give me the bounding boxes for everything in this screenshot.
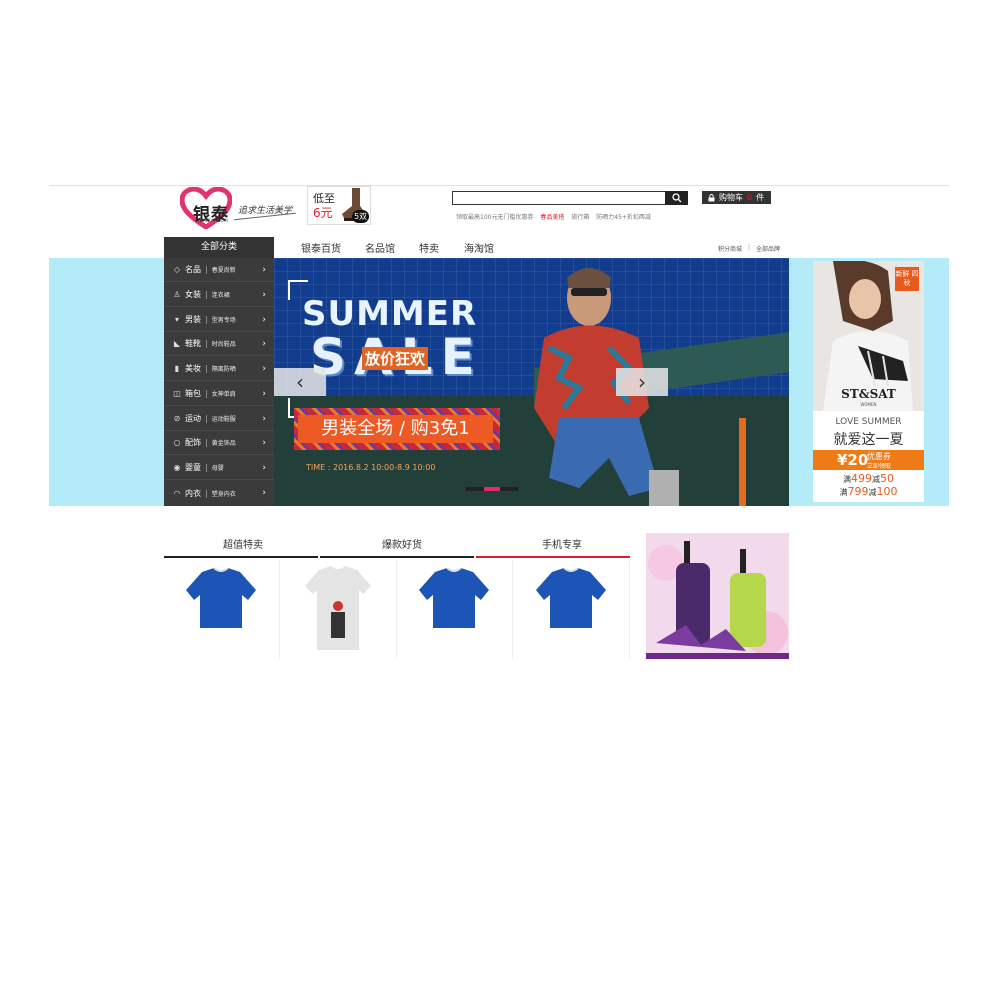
category-item[interactable]: ◉ 婴童 | 母婴 › [164, 456, 274, 480]
lipstick-icon: ▮ [174, 364, 180, 373]
cosmetic-advert[interactable] [646, 533, 789, 659]
coupon-button[interactable]: ¥20 优惠券 立即领取 [813, 450, 924, 470]
nav-item-haitao[interactable]: 海淘馆 [464, 240, 494, 255]
category-item[interactable]: ⊘ 运动 | 运动鞋服 › [164, 407, 274, 431]
hot-word[interactable]: 防晒力45+折扣两减 [596, 214, 651, 221]
search-button[interactable] [665, 191, 688, 205]
product-card[interactable] [514, 560, 630, 659]
lock-icon [708, 193, 715, 201]
shoe-icon: ◣ [173, 339, 181, 348]
diamond-icon: ◇ [173, 265, 181, 274]
side-advert[interactable]: 新鲜 四秋 ST&SAT WOMEN LOVE SUMMER 就爱这一夏 ¥20… [813, 261, 924, 502]
side-ad-tag: 新鲜 四秋 [895, 267, 919, 291]
nav-item-yintai[interactable]: 银泰百货 [301, 240, 341, 255]
sport-icon: ⊘ [173, 414, 181, 423]
hero-decor-bar [739, 418, 746, 506]
chevron-right-icon: › [262, 437, 266, 448]
bag-icon: ◫ [173, 389, 181, 398]
chevron-right-icon: › [262, 289, 266, 300]
tshirt-icon: ▾ [174, 315, 179, 324]
discount-line: 满499减50 [843, 472, 894, 485]
coupon-amount: ¥20 [837, 451, 869, 469]
hot-word[interactable]: 旅行箱 [571, 214, 589, 221]
ring-icon: ○ [173, 438, 181, 447]
chevron-right-icon: › [262, 338, 266, 349]
logo-subtext: YINTAI.COM [200, 218, 229, 223]
chevron-right-icon: › [638, 370, 646, 394]
search-icon [671, 193, 681, 203]
category-item[interactable]: ◫ 箱包 | 女神单肩 › [164, 382, 274, 406]
cart-suffix: 件 [756, 193, 765, 202]
baby-icon: ◉ [173, 463, 181, 472]
chevron-right-icon: › [262, 363, 266, 374]
nav-item-temai[interactable]: 特卖 [419, 240, 439, 255]
cart-count: 0 [747, 193, 753, 202]
product-card[interactable] [397, 560, 513, 659]
product-card[interactable] [164, 560, 280, 659]
tab-underline [320, 556, 474, 558]
all-brands-link[interactable]: 全部品牌 [756, 244, 780, 253]
category-item[interactable]: ◇ 名品 | 春夏尚新 › [164, 258, 274, 282]
category-item[interactable]: ◠ 内衣 | 塑身内衣 › [164, 481, 274, 505]
chevron-right-icon: › [262, 388, 266, 399]
product-card[interactable] [281, 560, 397, 659]
side-ad-brand-sub: WOMEN [860, 402, 877, 407]
chevron-left-icon: ‹ [296, 370, 304, 394]
category-item[interactable]: ▮ 美妆 | 隔离防晒 › [164, 357, 274, 381]
dress-icon: ♙ [173, 290, 181, 299]
carousel-indicator-active[interactable] [484, 487, 500, 491]
hero-promo-text[interactable]: 男装全场 / 购3免1 [298, 415, 493, 443]
category-item[interactable]: ○ 配饰 | 黄金饰品 › [164, 431, 274, 455]
hero-time: TIME : 2016.8.2 10:00-8.9 10:00 [306, 463, 436, 472]
promo-badge: 5双 [352, 210, 369, 223]
tab-baokuan[interactable]: 爆款好货 [325, 536, 479, 551]
tab-chaozhi[interactable]: 超值特卖 [166, 536, 320, 551]
coupon-action: 立即领取 [867, 463, 892, 470]
top-link-separator: | [748, 244, 751, 251]
tab-shouji[interactable]: 手机专享 [485, 536, 639, 551]
cart-label: 购物车 [719, 193, 743, 202]
body-wash-bottles-image [646, 541, 789, 659]
cart-button[interactable]: 购物车 0 件 [702, 191, 771, 204]
category-item[interactable]: ▾ 男装 | 型男专场 › [164, 308, 274, 332]
side-ad-love: LOVE SUMMER [835, 417, 902, 427]
header-divider [49, 185, 949, 186]
chevron-right-icon: › [262, 462, 266, 473]
chevron-right-icon: › [262, 264, 266, 275]
category-item[interactable]: ◣ 鞋靴 | 时尚鞋品 › [164, 332, 274, 356]
tab-underline-active [476, 556, 630, 558]
carousel-prev-button[interactable]: ‹ [274, 368, 326, 396]
underwear-icon: ◠ [173, 488, 181, 498]
blue-tshirt-image [419, 567, 489, 628]
hot-words: 领取最高100元无门槛优惠券 春品美搭 旅行箱 防晒力45+折扣两减 [456, 212, 656, 221]
hero-carousel[interactable]: SUMMER SALE 放价狂欢 男装全场 / 购3免1 TIME : 2016… [274, 258, 789, 506]
all-categories[interactable]: 全部分类 [164, 237, 274, 258]
hot-word[interactable]: 春品美搭 [540, 214, 564, 221]
chevron-right-icon: › [262, 314, 266, 325]
hot-word[interactable]: 领取最高100元无门槛优惠券 [456, 214, 533, 221]
nav-item-mingpin[interactable]: 名品馆 [365, 240, 395, 255]
grey-tshirt-image [305, 566, 371, 650]
side-ad-slogan: 就爱这一夏 [833, 432, 904, 448]
category-sidebar: ◇ 名品 | 春夏尚新 › ♙ 女装 | 连衣裙 › ▾ 男装 | 型男专场 › ◣ 鞋靴 | 时尚鞋品 › ▮… [164, 258, 274, 506]
side-ad-brand: ST&SAT [841, 387, 896, 401]
chevron-right-icon: › [262, 488, 266, 498]
discount-line: 满799减100 [839, 485, 898, 498]
promo-line2: 6元 [313, 206, 333, 220]
hero-tag: 放价狂欢 [362, 347, 429, 370]
category-item[interactable]: ♙ 女装 | 连衣裙 › [164, 283, 274, 307]
blue-tshirt-image [186, 567, 256, 628]
blue-tshirt-image [536, 567, 606, 628]
chevron-right-icon: › [262, 413, 266, 424]
carousel-next-button[interactable]: › [616, 368, 668, 396]
points-mall-link[interactable]: 积分商城 [718, 244, 742, 253]
tab-underline [164, 556, 318, 558]
search-input[interactable] [452, 191, 672, 205]
